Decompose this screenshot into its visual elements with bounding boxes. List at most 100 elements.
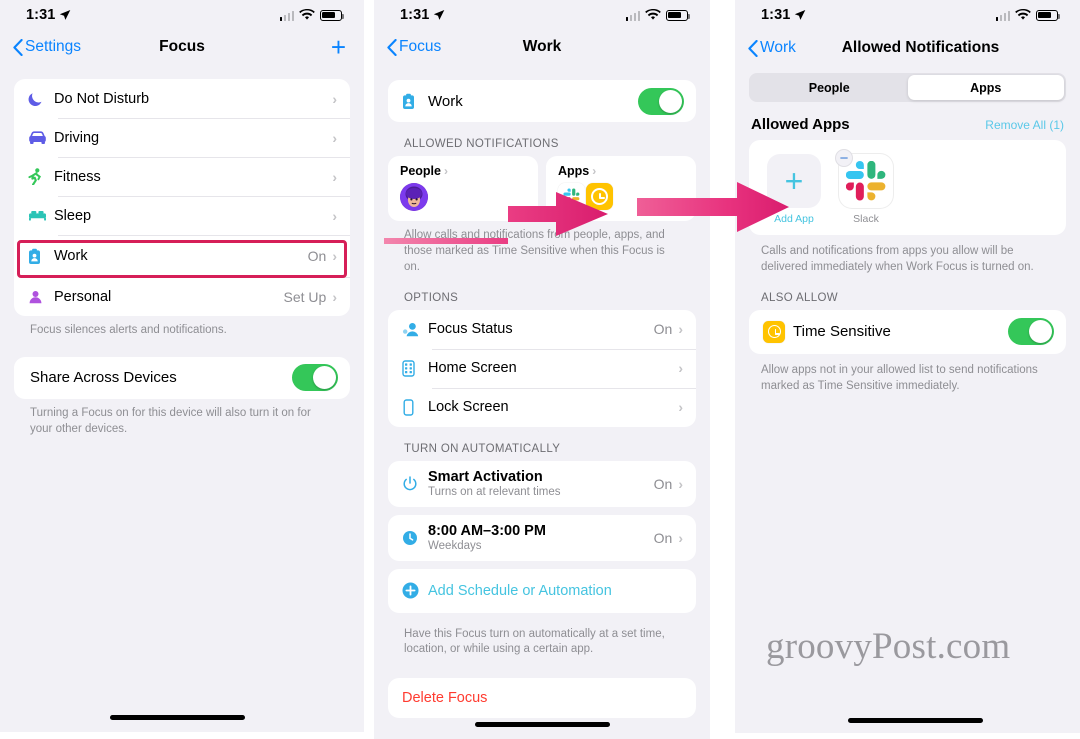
list-item-driving[interactable]: Driving › <box>14 118 350 157</box>
plus-circle-icon <box>402 582 428 599</box>
location-arrow-icon <box>795 10 806 20</box>
options-list: Focus Status On › Home Screen › Lock Scr… <box>388 309 696 427</box>
list-item-label: Personal <box>54 288 112 305</box>
wifi-icon <box>299 9 315 20</box>
share-footnote: Turning a Focus on for this device will … <box>30 406 311 435</box>
cellular-bars-icon <box>995 10 1010 21</box>
clock-icon <box>763 320 793 343</box>
status-bar: 1:31 <box>0 0 364 30</box>
tab-apps[interactable]: Apps <box>907 75 1064 100</box>
list-item-do-not-disturb[interactable]: Do Not Disturb › <box>14 79 350 118</box>
list-item-label: Work <box>54 248 88 264</box>
navigation-bar: Work Allowed Notifications <box>735 30 1080 66</box>
add-focus-button[interactable]: + <box>331 34 346 60</box>
list-item-time-sensitive[interactable]: Time Sensitive <box>749 310 1066 354</box>
allowed-apps-subheader: Allowed Apps Remove All (1) <box>735 102 1080 140</box>
allowed-apps-title: Allowed Apps <box>751 116 850 133</box>
list-item-label: Driving <box>54 129 100 146</box>
list-item-value: On <box>653 475 673 492</box>
list-item-focus-status[interactable]: Focus Status On › <box>388 310 696 349</box>
smart-activation-group: Smart Activation Turns on at relevant ti… <box>388 460 696 507</box>
delete-focus-button[interactable]: Delete Focus <box>388 678 696 719</box>
tab-people[interactable]: People <box>751 75 908 100</box>
bed-icon <box>28 209 54 222</box>
chevron-left-icon <box>748 39 758 57</box>
people-card-title-row: People › <box>400 164 538 178</box>
back-button-label: Settings <box>25 38 82 55</box>
badge-id-icon <box>402 93 428 110</box>
add-schedule-group: Add Schedule or Automation <box>388 568 696 613</box>
focus-list-footnote: Focus silences alerts and notifications. <box>30 324 227 336</box>
phone-panel-allowed-notifications: 1:31 Work Allowed Notifications People A… <box>735 0 1080 733</box>
list-item-value: Set Up <box>283 288 327 305</box>
chevron-right-icon: › <box>678 321 683 338</box>
person-icon <box>28 290 54 304</box>
options-header: OPTIONS <box>404 291 459 304</box>
status-bar-indicators <box>625 9 691 21</box>
chevron-right-icon: › <box>592 164 597 178</box>
home-screen-icon <box>402 359 428 377</box>
chevron-right-icon: › <box>332 248 337 264</box>
list-item-fitness[interactable]: Fitness › <box>14 157 350 196</box>
back-button-label: Focus <box>399 38 442 55</box>
chevron-right-icon: › <box>444 164 448 178</box>
share-across-devices-toggle[interactable] <box>292 364 338 392</box>
back-button-work[interactable]: Work <box>748 39 796 57</box>
back-button-settings[interactable]: Settings <box>13 38 81 56</box>
allowed-app-slack[interactable]: − Slack <box>835 149 893 225</box>
schedule-subtitle: Weekdays <box>428 540 482 553</box>
slack-app-tile[interactable]: − <box>835 149 893 208</box>
list-item-label: Home Screen <box>428 360 517 377</box>
list-item-schedule[interactable]: 8:00 AM–3:00 PM Weekdays On › <box>388 515 696 561</box>
phone-panel-focus-list: 1:31 Settings Focus + Do Not Disturb › D… <box>0 0 364 732</box>
work-focus-toggle[interactable] <box>638 87 684 115</box>
schedule-group: 8:00 AM–3:00 PM Weekdays On › <box>388 514 696 561</box>
list-item-personal[interactable]: Personal Set Up › <box>14 277 350 316</box>
focus-modes-list: Do Not Disturb › Driving › Fitness › Sle… <box>14 79 350 316</box>
minus-badge-icon[interactable]: − <box>835 149 853 167</box>
add-schedule-label: Add Schedule or Automation <box>428 582 612 599</box>
time-sensitive-toggle[interactable] <box>1008 318 1054 346</box>
list-item-sleep[interactable]: Sleep › <box>14 196 350 235</box>
list-item-label: Smart Activation Turns on at relevant ti… <box>428 469 654 498</box>
list-item-lock-screen[interactable]: Lock Screen › <box>388 387 696 427</box>
list-item-add-schedule[interactable]: Add Schedule or Automation <box>388 569 696 613</box>
arrow-apps-to-allowed-notifications <box>637 182 789 232</box>
status-bar-indicators <box>279 9 345 21</box>
back-button-focus[interactable]: Focus <box>387 38 441 56</box>
smart-activation-subtitle: Turns on at relevant times <box>428 486 561 499</box>
slack-icon <box>846 161 886 201</box>
page-title: Allowed Notifications <box>841 39 1000 56</box>
screenshot-stage: 1:31 Settings Focus + Do Not Disturb › D… <box>0 0 1080 739</box>
list-item-share-across-devices[interactable]: Share Across Devices <box>14 357 350 399</box>
chevron-right-icon: › <box>332 129 337 146</box>
share-label: Share Across Devices <box>30 369 177 387</box>
location-arrow-icon <box>60 10 71 20</box>
wifi-icon <box>1015 9 1031 20</box>
people-apps-segmented-control[interactable]: People Apps <box>749 73 1066 102</box>
status-time: 1:31 <box>26 7 56 23</box>
remove-all-button[interactable]: Remove All (1) <box>985 118 1064 132</box>
status-time: 1:31 <box>400 7 430 23</box>
list-item-value: On <box>307 248 327 264</box>
arrow-people-to-apps <box>384 192 608 244</box>
work-master-label: Work <box>428 92 463 110</box>
focus-status-icon <box>402 322 428 337</box>
power-icon <box>402 475 428 492</box>
navigation-bar: Settings Focus + <box>0 30 364 64</box>
list-item-smart-activation[interactable]: Smart Activation Turns on at relevant ti… <box>388 461 696 507</box>
list-item-label: 8:00 AM–3:00 PM Weekdays <box>428 523 654 552</box>
chevron-right-icon: › <box>678 529 683 546</box>
slack-app-label: Slack <box>853 213 879 225</box>
chevron-left-icon <box>387 38 397 56</box>
allowed-apps-footnote: Calls and notifications from apps you al… <box>761 245 1034 273</box>
list-item-label: Sleep <box>54 207 92 224</box>
list-item-home-screen[interactable]: Home Screen › <box>388 348 696 388</box>
list-item-work-master[interactable]: Work <box>388 80 696 122</box>
list-item-value: On <box>653 321 673 338</box>
clock-filled-icon <box>402 530 428 546</box>
chevron-left-icon <box>13 38 23 56</box>
navigation-bar: Focus Work <box>374 30 710 64</box>
list-item-work[interactable]: Work On › <box>14 235 350 277</box>
car-icon <box>28 130 54 145</box>
